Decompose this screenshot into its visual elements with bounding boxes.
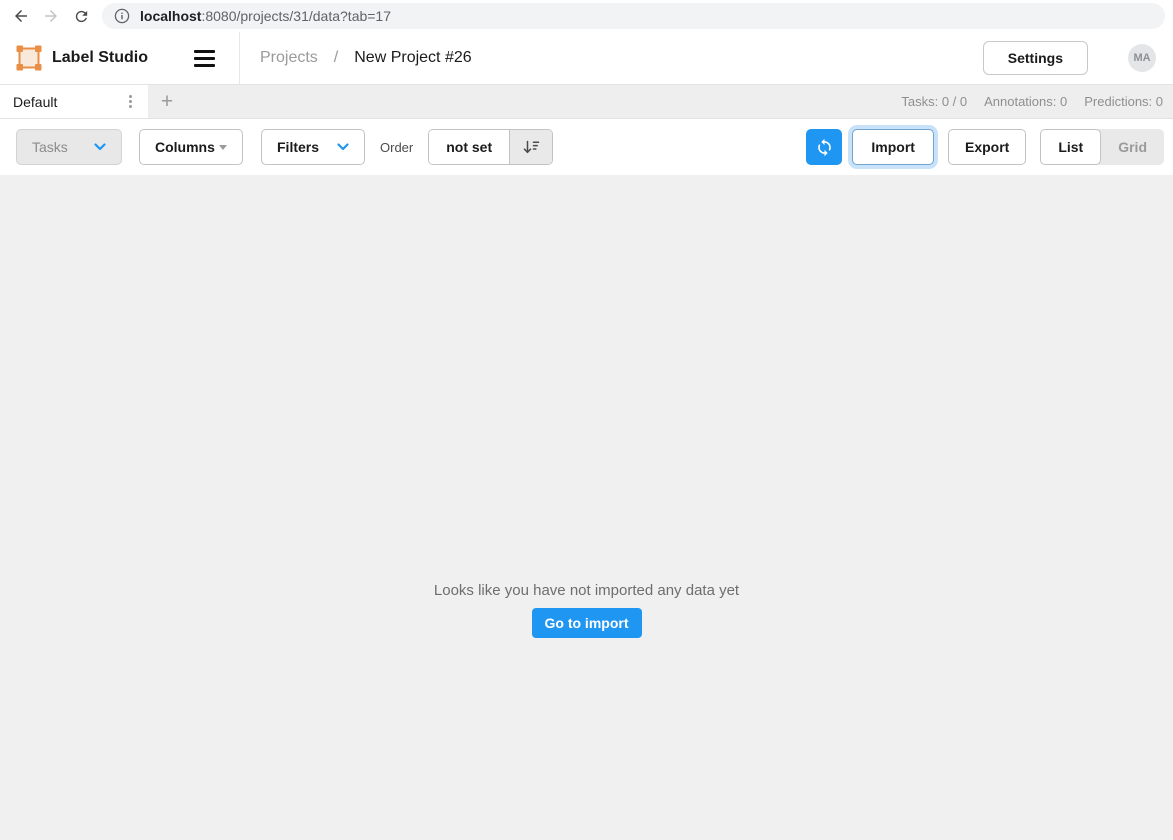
tab-bar: Default + Tasks: 0 / 0 Annotations: 0 Pr… xyxy=(0,85,1173,119)
brand[interactable]: Label Studio xyxy=(16,45,148,71)
url-host: localhost xyxy=(140,8,201,24)
chevron-down-icon xyxy=(337,143,349,151)
forward-arrow-icon xyxy=(42,7,60,25)
refresh-button[interactable] xyxy=(806,129,842,165)
import-button[interactable]: Import xyxy=(852,129,934,165)
chevron-down-icon xyxy=(94,143,106,151)
header-right: Settings MA xyxy=(983,41,1173,75)
tab-default-label: Default xyxy=(13,94,57,110)
tab-default[interactable]: Default xyxy=(0,85,148,118)
columns-dropdown-label: Columns xyxy=(155,139,215,155)
breadcrumb-separator: / xyxy=(334,49,338,67)
hamburger-menu-icon[interactable] xyxy=(190,46,219,71)
url-text: localhost:8080/projects/31/data?tab=17 xyxy=(140,8,391,24)
settings-button[interactable]: Settings xyxy=(983,41,1088,75)
avatar[interactable]: MA xyxy=(1128,44,1156,72)
tab-stats: Tasks: 0 / 0 Annotations: 0 Predictions:… xyxy=(901,85,1173,118)
breadcrumb: Projects / New Project #26 xyxy=(260,49,472,67)
sort-descending-icon xyxy=(523,139,540,155)
browser-back-button[interactable] xyxy=(6,2,36,30)
url-path: :8080/projects/31/data?tab=17 xyxy=(201,8,391,24)
filters-dropdown[interactable]: Filters xyxy=(261,129,365,165)
columns-dropdown[interactable]: Columns xyxy=(139,129,243,165)
browser-forward-button[interactable] xyxy=(36,2,66,30)
view-toggle: List Grid xyxy=(1040,129,1164,165)
order-control: not set xyxy=(428,129,553,165)
annotations-count: Annotations: 0 xyxy=(984,94,1067,109)
reload-icon xyxy=(73,8,90,25)
tasks-count: Tasks: 0 / 0 xyxy=(901,94,967,109)
view-grid-button[interactable]: Grid xyxy=(1101,129,1164,165)
browser-reload-button[interactable] xyxy=(66,2,96,30)
view-list-button[interactable]: List xyxy=(1040,129,1101,165)
header-left: Label Studio xyxy=(0,32,240,84)
tasks-dropdown[interactable]: Tasks xyxy=(16,129,122,165)
filters-dropdown-label: Filters xyxy=(277,139,319,155)
back-arrow-icon xyxy=(12,7,30,25)
main-content: Looks like you have not imported any dat… xyxy=(0,175,1173,840)
sort-direction-button[interactable] xyxy=(509,130,552,164)
order-value-button[interactable]: not set xyxy=(429,130,509,164)
tasks-dropdown-label: Tasks xyxy=(32,139,68,155)
refresh-sync-icon xyxy=(815,138,834,157)
go-to-import-button[interactable]: Go to import xyxy=(532,608,642,638)
empty-state-message: Looks like you have not imported any dat… xyxy=(434,581,739,601)
page-info-icon[interactable] xyxy=(114,8,130,24)
order-label: Order xyxy=(380,140,413,155)
url-bar[interactable]: localhost:8080/projects/31/data?tab=17 xyxy=(102,3,1165,29)
breadcrumb-projects-link[interactable]: Projects xyxy=(260,49,318,67)
app-name: Label Studio xyxy=(52,49,148,67)
browser-chrome: localhost:8080/projects/31/data?tab=17 xyxy=(0,0,1173,32)
page-title: New Project #26 xyxy=(354,49,471,67)
app-header: Label Studio Projects / New Project #26 … xyxy=(0,32,1173,85)
triangle-down-icon xyxy=(219,145,227,150)
toolbar: Tasks Columns Filters Order not set xyxy=(0,119,1173,175)
add-tab-button[interactable]: + xyxy=(148,85,186,118)
predictions-count: Predictions: 0 xyxy=(1084,94,1163,109)
screen: localhost:8080/projects/31/data?tab=17 L… xyxy=(0,0,1173,840)
tab-options-kebab-icon[interactable] xyxy=(124,92,137,111)
export-button[interactable]: Export xyxy=(948,129,1026,165)
plus-icon: + xyxy=(161,91,173,112)
label-studio-logo-icon xyxy=(16,45,42,71)
